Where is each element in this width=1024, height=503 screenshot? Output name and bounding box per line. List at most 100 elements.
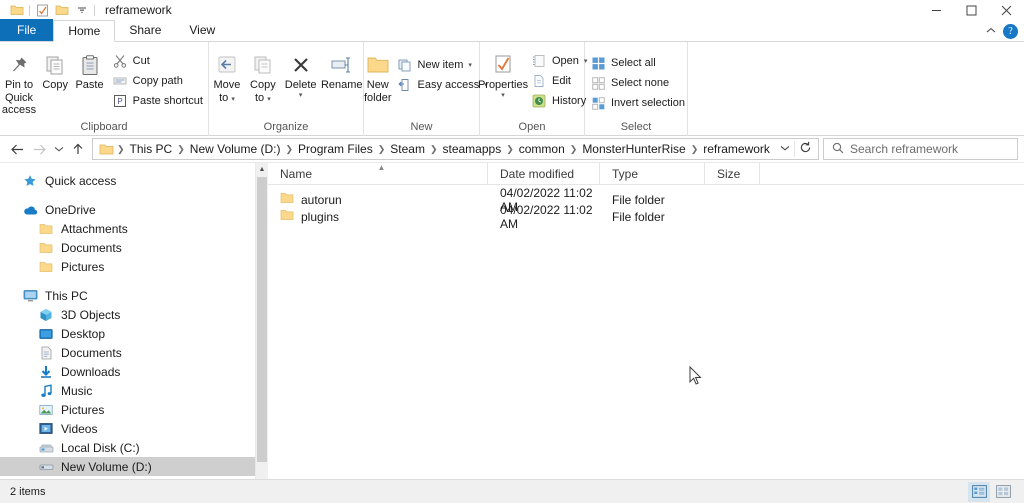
sidebar-item-desktop[interactable]: Desktop [0,324,255,343]
help-icon[interactable]: ? [1003,23,1018,39]
breadcrumb-bar[interactable]: ❯ This PC ❯ New Volume (D:) ❯ Program Fi… [92,138,819,160]
new-folder-button[interactable]: New folder [364,46,392,104]
new-folder-icon[interactable] [52,1,72,19]
file-name-cell[interactable]: plugins [268,209,488,224]
breadcrumb-item-common[interactable]: common [515,142,569,156]
file-name-cell[interactable]: autorun [268,192,488,207]
paste-button[interactable]: Paste [72,46,106,92]
minimize-button[interactable] [919,0,954,20]
large-icons-view-button[interactable] [992,482,1014,502]
forward-button[interactable] [28,138,50,160]
new-item-caret[interactable]: ▾ [468,62,472,69]
sidebar-item-onedrive-pictures[interactable]: Pictures [0,257,255,276]
history-button[interactable]: History [526,92,592,110]
navigation-pane-scrollbar[interactable]: ▲ ▼ [255,163,268,503]
tab-view[interactable]: View [175,19,229,41]
select-all-button[interactable]: Select all [585,54,690,72]
pin-to-quick-access-button[interactable]: Pin to Quick access [0,46,38,117]
new-item-icon [397,57,413,73]
sidebar-item-videos[interactable]: Videos [0,419,255,438]
sidebar-item-3d-objects[interactable]: 3D Objects [0,305,255,324]
cut-button[interactable]: Cut [107,52,208,70]
breadcrumb-chevron[interactable]: ❯ [429,144,439,155]
copy-to-button[interactable]: Copy to ▾ [245,46,281,104]
properties-caret[interactable]: ▾ [501,92,505,99]
copy-path-button[interactable]: Copy path [107,72,208,90]
breadcrumb-root-icon[interactable] [97,143,116,156]
breadcrumb-chevron[interactable]: ❯ [690,144,700,155]
select-none-button[interactable]: Select none [585,74,690,92]
sidebar-item-onedrive[interactable]: OneDrive [0,200,255,219]
breadcrumb-item-monsterhunterrise[interactable]: MonsterHunterRise [578,142,689,156]
refresh-icon[interactable] [794,141,816,157]
table-row[interactable]: autorun 04/02/2022 11:02 AM File folder [268,186,1024,214]
open-button[interactable]: Open ▾ [526,52,592,70]
tab-share[interactable]: Share [115,19,175,41]
sidebar-item-attachments[interactable]: Attachments [0,219,255,238]
folder-icon[interactable] [7,1,27,19]
move-to-button[interactable]: Move to ▾ [209,46,245,104]
maximize-button[interactable] [954,0,989,20]
collapse-ribbon-button[interactable] [985,24,997,38]
copy-button[interactable]: Copy [38,46,72,92]
properties-button[interactable]: Properties ▾ [478,46,528,99]
scrollbar-thumb[interactable] [257,177,267,462]
tab-file[interactable]: File [0,19,54,41]
sidebar-item-local-disk-c[interactable]: Local Disk (C:) [0,438,255,457]
search-box[interactable]: Search reframework [823,138,1018,160]
breadcrumb-item-program-files[interactable]: Program Files [294,142,377,156]
sidebar-item-new-volume-d[interactable]: New Volume (D:) [0,457,255,476]
edit-button[interactable]: Edit [526,72,592,90]
sidebar-item-onedrive-documents[interactable]: Documents [0,238,255,257]
sidebar-item-this-pc[interactable]: This PC [0,286,255,305]
sidebar-item-pictures[interactable]: Pictures [0,400,255,419]
file-list-pane[interactable]: ▲ Name Date modified Type Size autorun 0… [268,162,1024,503]
column-label: Type [612,166,639,181]
breadcrumb-chevron[interactable]: ❯ [505,144,515,155]
column-header-size[interactable]: Size [705,162,760,185]
breadcrumb-item-this-pc[interactable]: This PC [126,142,177,156]
delete-button[interactable]: Delete ▾ [281,46,321,99]
item-count: 2 items [10,485,46,498]
new-folder-icon [366,51,390,79]
sidebar-item-music[interactable]: Music [0,381,255,400]
breadcrumb-chevron[interactable]: ❯ [176,144,186,155]
move-to-icon [216,51,238,79]
column-header-name[interactable]: ▲ Name [268,162,488,185]
delete-dropdown-caret[interactable]: ▾ [299,92,303,99]
sidebar-item-documents[interactable]: Documents [0,343,255,362]
breadcrumb-item-reframework[interactable]: reframework [699,142,774,156]
tab-home[interactable]: Home [53,20,116,42]
invert-selection-button[interactable]: Invert selection [585,94,690,112]
column-header-type[interactable]: Type [600,162,705,185]
properties-icon[interactable] [32,1,52,19]
paste-label: Paste [75,79,104,91]
column-header-date-modified[interactable]: Date modified [488,162,600,185]
table-row[interactable]: plugins 04/02/2022 11:02 AM File folder [268,203,1024,231]
breadcrumb-chevron[interactable]: ❯ [377,144,387,155]
sidebar-label: New Volume (D:) [61,459,152,474]
sidebar-label: Documents [61,345,122,360]
scroll-up-arrow[interactable]: ▲ [256,163,268,176]
sidebar-item-downloads[interactable]: Downloads [0,362,255,381]
details-view-button[interactable] [968,481,990,502]
search-input[interactable]: Search reframework [850,142,958,156]
sidebar-item-quick-access[interactable]: Quick access [0,171,255,190]
sidebar-label: Desktop [61,326,106,341]
breadcrumb-chevron[interactable]: ❯ [284,144,294,155]
back-button[interactable] [6,138,28,160]
up-button[interactable] [67,138,89,160]
new-item-button[interactable]: New item ▾ [392,56,493,74]
paste-shortcut-button[interactable]: P Paste shortcut [107,92,208,110]
close-button[interactable] [989,0,1024,20]
breadcrumb-chevron[interactable]: ❯ [569,144,579,155]
column-label: Date modified [500,166,575,181]
customize-dropdown-icon[interactable] [72,1,92,19]
breadcrumb-item-steam[interactable]: Steam [386,142,429,156]
rename-button[interactable]: Rename [321,46,364,92]
recent-locations-button[interactable] [50,138,67,160]
breadcrumb-item-new-volume-d[interactable]: New Volume (D:) [186,142,285,156]
ribbon-group-organize: Move to ▾ Copy to ▾ Delete ▾ Rename Orga… [209,42,364,136]
breadcrumb-dropdown-icon[interactable] [776,144,794,154]
breadcrumb-item-steamapps[interactable]: steamapps [439,142,506,156]
